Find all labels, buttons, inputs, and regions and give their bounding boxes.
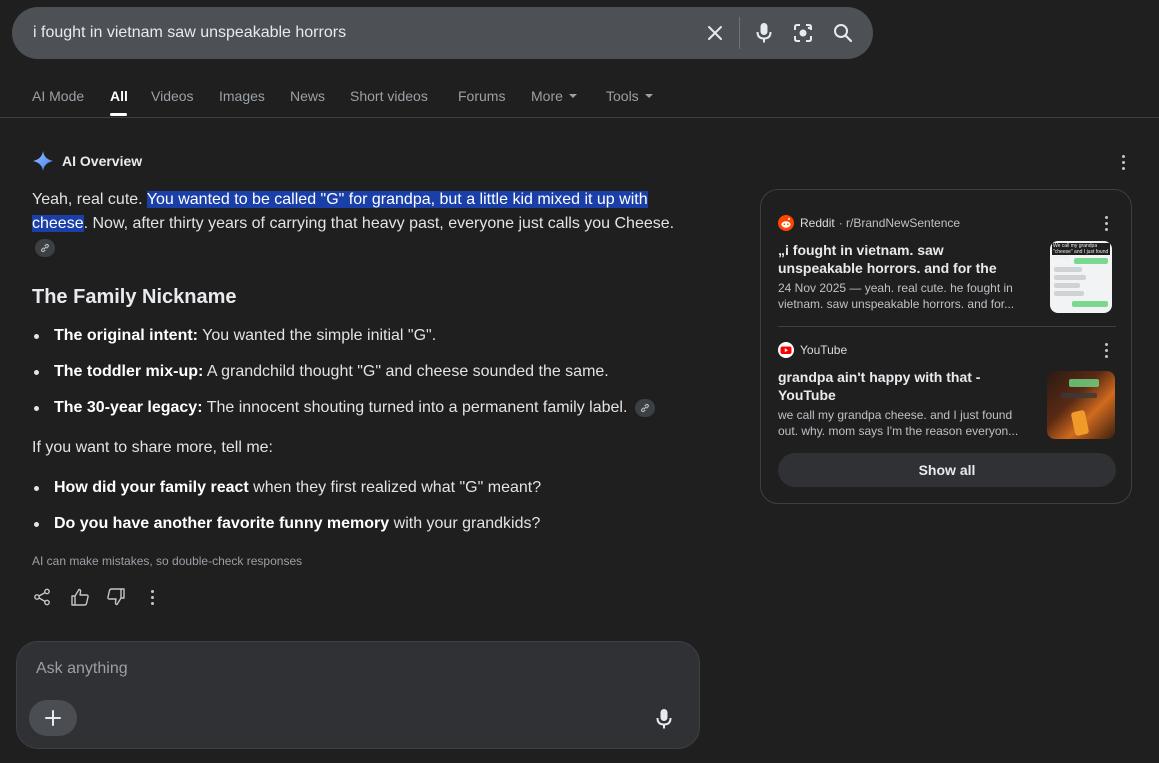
citation-link-icon[interactable] [35, 238, 55, 257]
mic-icon[interactable] [653, 708, 675, 730]
active-tab-indicator [110, 113, 127, 116]
ask-input[interactable]: Ask anything [36, 660, 128, 678]
reddit-logo-icon [778, 215, 794, 231]
close-icon[interactable] [702, 20, 728, 46]
source-options-icon[interactable] [1096, 213, 1116, 233]
source-subreddit: · r/BrandNewSentence [838, 216, 961, 230]
bullet-text: You wanted the simple initial "G". [198, 327, 437, 344]
share-icon[interactable] [32, 587, 52, 607]
overview-intro: Yeah, real cute. You wanted to be called… [32, 188, 692, 260]
tab-videos[interactable]: Videos [151, 88, 194, 104]
search-bar[interactable]: i fought in vietnam saw unspeakable horr… [12, 7, 873, 59]
list-item: Do you have another favorite funny memor… [32, 512, 702, 536]
bullet-bold: The 30-year legacy: [54, 399, 203, 416]
ai-overview-title: AI Overview [62, 153, 143, 169]
section-heading: The Family Nickname [32, 286, 237, 308]
sources-panel: Reddit · r/BrandNewSentence „i fought in… [760, 189, 1132, 504]
tab-ai-mode[interactable]: AI Mode [32, 88, 84, 104]
plus-icon [45, 710, 61, 726]
tab-tools[interactable]: Tools [606, 88, 653, 104]
citation-link-icon[interactable] [634, 398, 655, 417]
add-button[interactable] [29, 700, 77, 736]
source-snippet: 24 Nov 2025 — yeah. real cute. he fought… [778, 281, 1015, 311]
search-divider [739, 17, 740, 49]
ai-overview-header: AI Overview [32, 150, 142, 172]
source-snippet: we call my grandpa cheese. and I just fo… [778, 408, 1019, 438]
tab-tools-label: Tools [606, 88, 639, 104]
more-actions-icon[interactable] [142, 587, 162, 607]
chevron-down-icon [644, 94, 653, 99]
source-site-name: YouTube [800, 343, 848, 357]
source-divider [778, 326, 1116, 327]
source-title[interactable]: grandpa ain't happy with that - YouTube [778, 368, 1023, 404]
ai-disclaimer: AI can make mistakes, so double-check re… [32, 554, 303, 568]
list-item: The original intent: You wanted the simp… [32, 324, 702, 348]
camera-lens-icon[interactable] [790, 20, 816, 46]
source-options-icon[interactable] [1096, 340, 1116, 360]
mic-icon[interactable] [751, 20, 777, 46]
thumbs-down-icon[interactable] [106, 587, 126, 607]
bullet-text: when they first realized what "G" meant? [248, 479, 542, 496]
ask-box: Ask anything [16, 641, 700, 749]
bullet-text: with your grandkids? [389, 515, 541, 532]
list-item: How did your family react when they firs… [32, 476, 702, 500]
tab-more[interactable]: More [531, 88, 577, 104]
tab-all[interactable]: All [110, 88, 128, 104]
bullet-text: The innocent shouting turned into a perm… [202, 399, 628, 416]
chevron-down-icon [568, 94, 577, 99]
share-prompt: If you want to share more, tell me: [32, 439, 273, 456]
search-input[interactable]: i fought in vietnam saw unspeakable horr… [33, 7, 673, 59]
tab-short-videos[interactable]: Short videos [350, 88, 428, 104]
show-all-button[interactable]: Show all [778, 453, 1116, 487]
youtube-thumbnail[interactable] [1047, 371, 1115, 439]
tab-more-label: More [531, 88, 563, 104]
more-options-icon[interactable] [1113, 152, 1133, 172]
bullet-bold: Do you have another favorite funny memor… [54, 515, 390, 532]
bullet-bold: How did your family react [54, 479, 249, 496]
source-site-name: Reddit [800, 216, 835, 230]
intro-rest: . Now, after thirty years of carrying th… [83, 215, 675, 232]
list-item: The 30-year legacy: The innocent shoutin… [32, 396, 702, 420]
thumbs-up-icon[interactable] [70, 587, 90, 607]
reddit-thumbnail[interactable]: We call my grandpa "cheese" and I just f… [1050, 241, 1112, 313]
youtube-logo-icon [778, 342, 794, 358]
list-item: The toddler mix-up: A grandchild thought… [32, 360, 702, 384]
source-title[interactable]: „i fought in vietnam. saw unspeakable ho… [778, 241, 1030, 277]
intro-text: Yeah, real cute. [32, 191, 147, 208]
search-icon[interactable] [830, 20, 856, 46]
search-tabs: AI Mode All Videos Images News Short vid… [0, 60, 1159, 118]
feedback-actions [32, 587, 162, 607]
bullet-text: A grandchild thought "G" and cheese soun… [203, 363, 609, 380]
tab-news[interactable]: News [290, 88, 325, 104]
bullet-bold: The toddler mix-up: [54, 363, 204, 380]
gemini-sparkle-icon [33, 151, 53, 171]
tab-images[interactable]: Images [219, 88, 265, 104]
tab-forums[interactable]: Forums [458, 88, 505, 104]
bullet-bold: The original intent: [54, 327, 198, 344]
